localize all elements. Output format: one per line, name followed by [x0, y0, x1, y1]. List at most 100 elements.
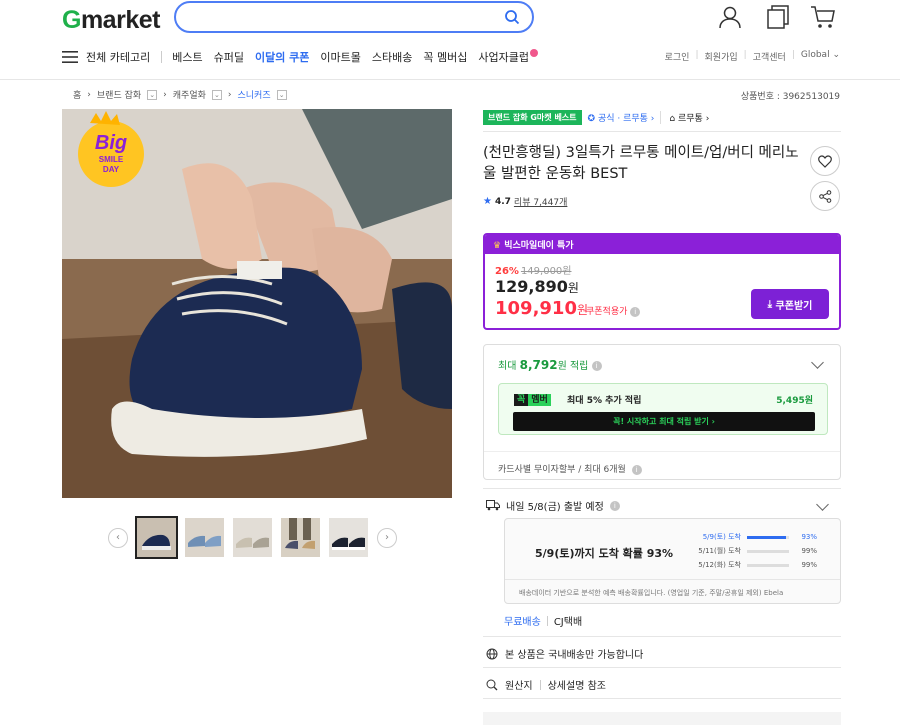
- max-points-prefix: 최대: [498, 361, 517, 372]
- chevron-down-icon[interactable]: ⌄: [276, 89, 287, 100]
- thumbnail-3[interactable]: [233, 518, 272, 557]
- info-icon[interactable]: i: [631, 464, 642, 475]
- customer-center-link[interactable]: 고객센터: [753, 50, 786, 63]
- probability-note: 배송데이터 기반으로 분석한 예측 배송확률입니다. (영업일 기준, 주말/공…: [519, 588, 783, 598]
- nav-monthly-coupon[interactable]: 이달의 쿠폰: [255, 49, 309, 65]
- cart-icon[interactable]: [810, 4, 836, 30]
- divider: [484, 451, 840, 452]
- delivery-info: 무료배송 CJ택배: [504, 613, 582, 628]
- badge-row: 브랜드 잡화 G마켓 베스트 ✪ 공식 · 르무통 › ⌂ 르무통 ›: [483, 110, 709, 125]
- user-icon[interactable]: [717, 4, 743, 30]
- info-icon[interactable]: i: [609, 500, 620, 511]
- nav-business-club[interactable]: 사업자클럽: [478, 49, 538, 65]
- event-header: ♛ 빅스마일데이 특가: [485, 235, 839, 254]
- gmarket-logo[interactable]: Gmarket: [62, 6, 160, 35]
- big-badge-text: Big: [95, 132, 127, 154]
- courier-label: CJ택배: [553, 617, 583, 628]
- origin-label: 원산지: [505, 681, 533, 692]
- thumbnail-2[interactable]: [185, 518, 224, 557]
- probability-value: 99%: [801, 561, 817, 569]
- nav-business-club-label: 사업자클럽: [478, 51, 529, 64]
- chevron-down-icon[interactable]: [816, 498, 829, 511]
- original-price: 149,000원: [520, 266, 572, 277]
- probability-fill: [747, 535, 787, 539]
- globe-icon: [486, 648, 498, 659]
- nav-best[interactable]: 베스트: [172, 49, 202, 65]
- product-main-image[interactable]: Big SMILE DAY: [62, 109, 452, 498]
- reviews-link[interactable]: 리뷰 7,447개: [514, 195, 567, 208]
- signup-link[interactable]: 회원가입: [705, 50, 738, 63]
- nav-superdeal[interactable]: 슈퍼딜: [214, 49, 244, 65]
- breadcrumb-casual[interactable]: 캐주얼화: [173, 88, 206, 101]
- chevron-down-icon[interactable]: ⌄: [147, 89, 158, 100]
- nav-membership[interactable]: 꼭 멤버십: [423, 49, 467, 65]
- thumbnail-5[interactable]: [329, 518, 368, 557]
- points-box: 최대 8,792원 적립 i 꼭 멤버 최대 5% 추가 적립 5,495원 꼭!…: [483, 344, 841, 480]
- domestic-shipping-row: 본 상품은 국내배송만 가능합니다: [486, 646, 643, 661]
- main-nav: 전체 카테고리 베스트 슈퍼딜 이달의 쿠폰 이마트몰 스타배송 꼭 멤버십 사…: [62, 48, 549, 66]
- price-box: ♛ 빅스마일데이 특가 26% 149,000원 129,890원 109,910…: [483, 233, 841, 330]
- info-icon[interactable]: i: [591, 361, 602, 371]
- divider: [483, 488, 841, 489]
- chevron-down-icon[interactable]: [811, 356, 824, 369]
- breadcrumb-sneakers[interactable]: 스니커즈: [238, 88, 271, 101]
- discount-percent: 26%: [495, 266, 519, 277]
- verified-icon: ✪: [587, 114, 596, 124]
- thumbnail-4[interactable]: [281, 518, 320, 557]
- share-icon[interactable]: [810, 181, 840, 211]
- search-input[interactable]: [174, 1, 534, 33]
- login-link[interactable]: 로그인: [665, 50, 690, 63]
- get-coupon-button[interactable]: ⤓ 쿠폰받기: [751, 289, 829, 319]
- divider: [483, 636, 841, 637]
- probability-bar: [747, 549, 789, 553]
- probability-note-brand: Ebela: [763, 589, 784, 597]
- product-title: (천만흥행딜) 3일특가 르무통 메이트/업/버디 메리노울 발편한 운동화 B…: [483, 145, 799, 182]
- shipping-departure: 내일 5/8(금) 출발 예정 i: [486, 498, 620, 513]
- info-icon[interactable]: i: [630, 306, 641, 317]
- membership-start-button[interactable]: 꼭! 시작하고 최대 적립 받기 ›: [513, 412, 815, 431]
- chevron-left-icon[interactable]: ‹: [108, 527, 128, 548]
- card-installment-text: 카드사별 무이자할부 / 최대 6개월: [498, 465, 626, 475]
- hamburger-menu-icon[interactable]: [62, 51, 78, 63]
- recent-items-icon[interactable]: [765, 4, 791, 30]
- logo-text: market: [80, 6, 161, 34]
- free-shipping-label: 무료배송: [504, 617, 541, 628]
- arrival-probability-box: 5/9(토)까지 도착 확률 93% 5/9(토) 도착 93% 5/11(월) …: [504, 518, 841, 604]
- chevron-right-icon[interactable]: ›: [377, 527, 397, 548]
- thumbnail-1[interactable]: [135, 516, 178, 559]
- coupon-label-text: 쿠폰적용가: [586, 307, 628, 317]
- breadcrumb-brand-goods[interactable]: 브랜드 잡화: [97, 88, 141, 101]
- best-badge[interactable]: 브랜드 잡화 G마켓 베스트: [483, 110, 582, 125]
- card-installment: 카드사별 무이자할부 / 최대 6개월 i: [498, 462, 642, 475]
- brand-shop-link[interactable]: ⌂ 르무통 ›: [660, 111, 709, 124]
- probability-value: 99%: [801, 547, 817, 555]
- domestic-shipping-text: 본 상품은 국내배송만 가능합니다: [505, 650, 644, 661]
- chevron-down-icon: ⌄: [832, 50, 840, 60]
- chevron-down-icon[interactable]: ⌄: [211, 89, 222, 100]
- search-icon[interactable]: [504, 9, 520, 25]
- nav-emart[interactable]: 이마트몰: [320, 49, 360, 65]
- departure-text: 내일 5/8(금) 출발 예정: [506, 502, 604, 513]
- divider: [546, 615, 548, 626]
- sale-price-unit: 원: [567, 281, 579, 295]
- divider: [505, 579, 840, 580]
- star-icon: ★: [483, 196, 492, 207]
- origin-row: 원산지 상세설명 참조: [486, 677, 606, 692]
- nav-star-delivery[interactable]: 스타배송: [372, 49, 412, 65]
- global-dropdown[interactable]: Global ⌄: [801, 50, 840, 63]
- probability-bar: [747, 563, 789, 567]
- membership-badge-m: 멤버: [528, 394, 551, 406]
- divider: [483, 667, 841, 668]
- nav-all-categories[interactable]: 전체 카테고리: [86, 49, 150, 65]
- official-store-label: 공식 · 르무통: [597, 114, 648, 124]
- membership-badge-k: 꼭: [514, 394, 529, 406]
- nav-divider: [161, 51, 163, 63]
- new-badge: [529, 49, 538, 57]
- probability-row: 5/9(토) 도착 93%: [695, 532, 817, 542]
- breadcrumb-home[interactable]: 홈: [73, 88, 81, 101]
- official-store-link[interactable]: ✪ 공식 · 르무통 ›: [588, 111, 655, 124]
- get-coupon-label: 쿠폰받기: [775, 300, 813, 312]
- probability-fill: [747, 563, 789, 567]
- probability-fill: [747, 549, 789, 553]
- heart-icon[interactable]: [810, 146, 840, 176]
